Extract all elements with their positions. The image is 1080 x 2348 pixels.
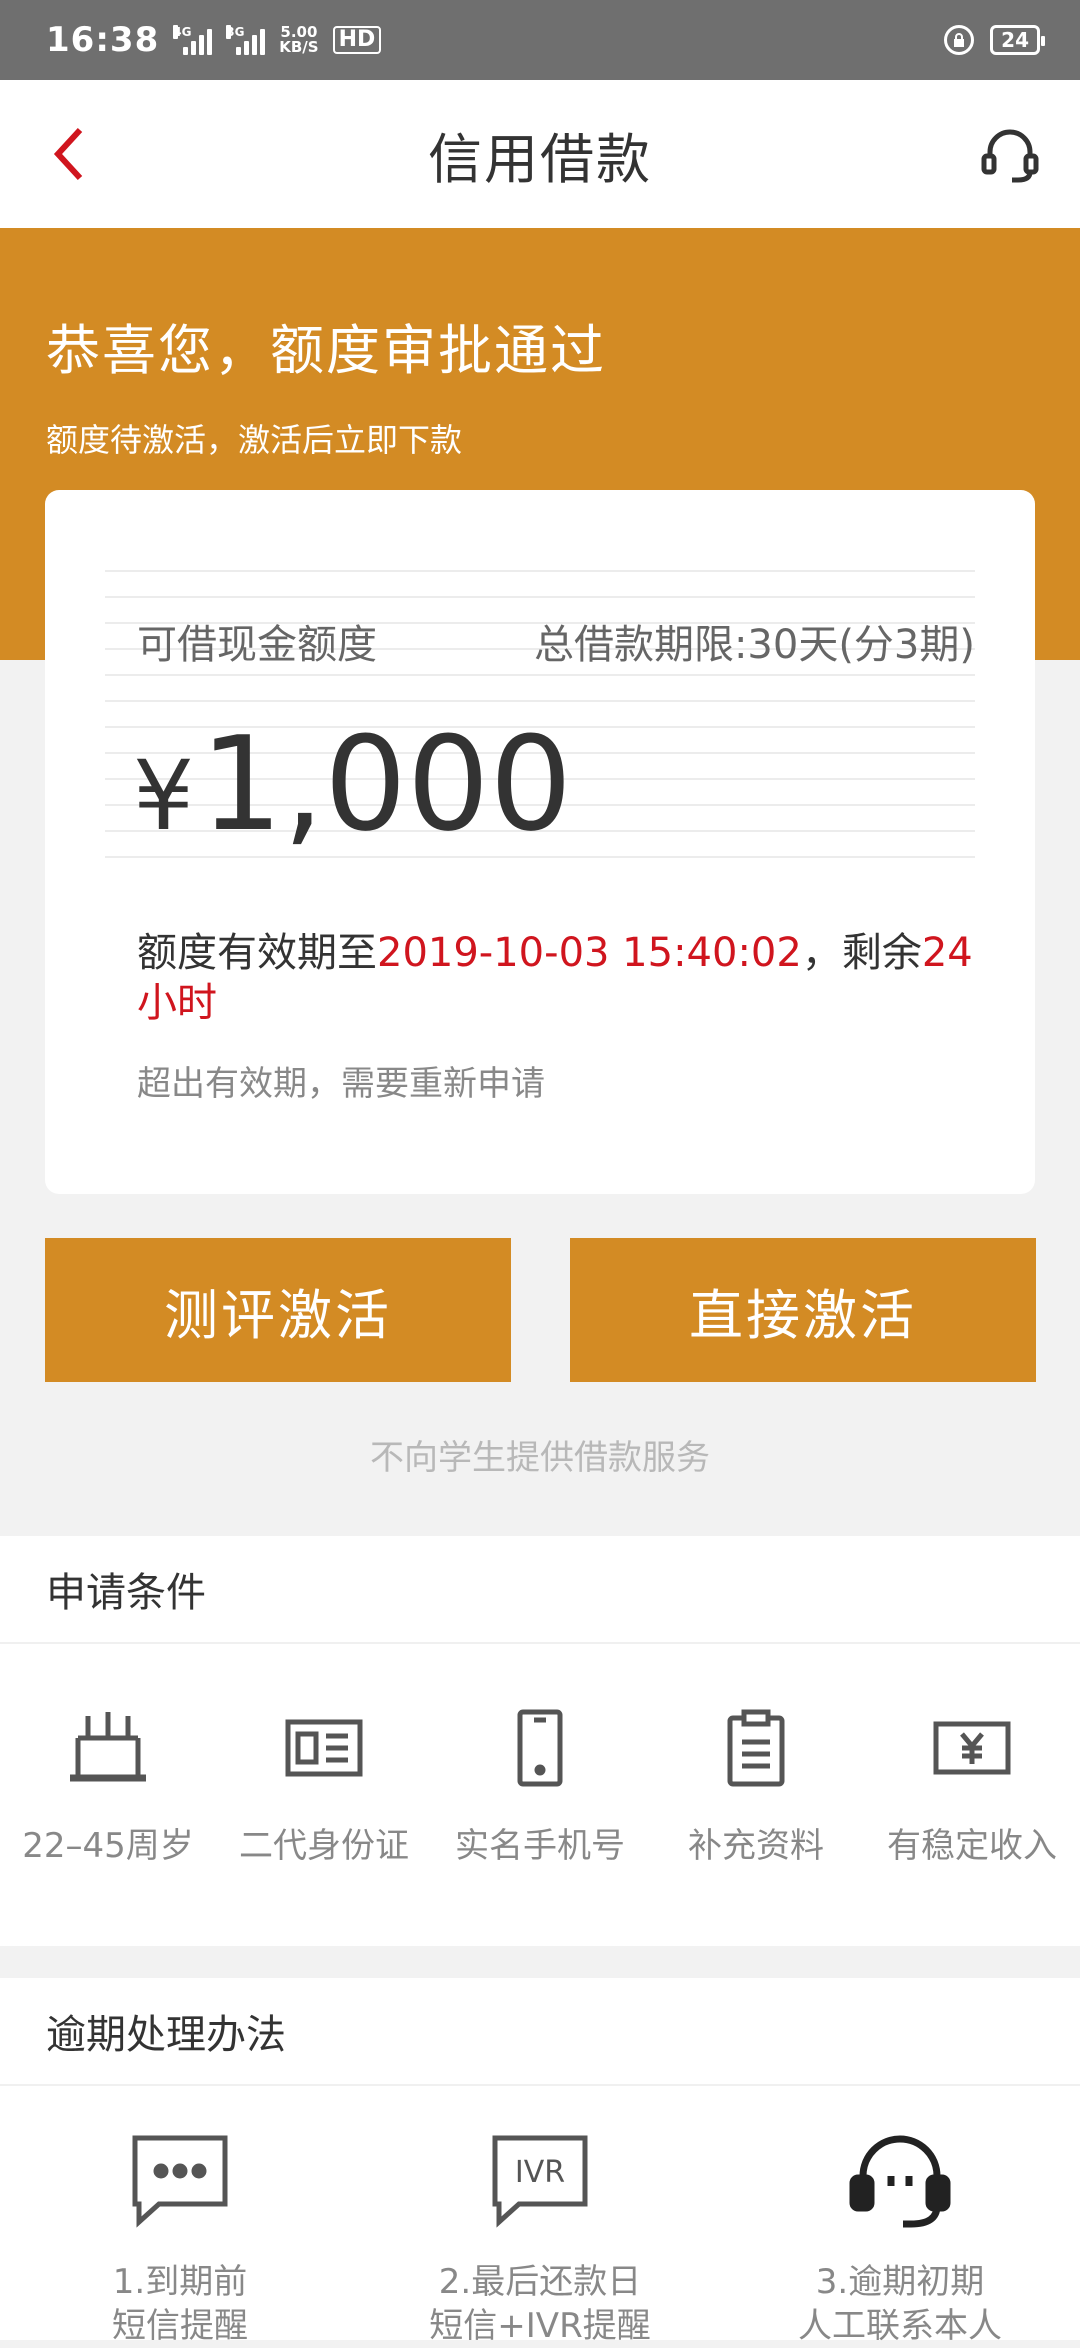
headset-icon[interactable]: [980, 124, 1040, 184]
status-bar: 16:38 4G 3G 5.00 KB/S HD 24: [0, 0, 1080, 80]
clipboard-icon: [714, 1706, 798, 1790]
condition-label: 实名手机号: [455, 1826, 625, 1866]
condition-item-documents: 补充资料: [648, 1646, 864, 1867]
signal-3g-icon: 3G: [226, 25, 266, 55]
student-notice: 不向学生提供借款服务: [370, 1438, 710, 1478]
credit-limit-label: 可借现金额度: [137, 622, 377, 668]
validity-prefix: 额度有效期至: [137, 930, 377, 976]
status-left: 16:38 4G 3G 5.00 KB/S HD: [46, 20, 382, 60]
nav-header: 信用借款: [0, 80, 1080, 228]
condition-item-id-card: 二代身份证: [216, 1646, 432, 1867]
overdue-item-manual: 3.逾期初期 人工联系本人: [720, 2088, 1080, 2348]
signal-4g-icon: 4G: [173, 25, 213, 55]
condition-item-age: 22–45周岁: [0, 1646, 216, 1867]
page-title: 信用借款: [428, 127, 652, 191]
income-icon: [930, 1706, 1014, 1790]
banner-title: 恭喜您，额度审批通过: [46, 319, 606, 382]
overdue-handling-section: 逾期处理办法 1.到期前 短信提醒 IVR 2.最后还款日 短信+IVR提醒 3…: [0, 1978, 1080, 2346]
conditions-title: 申请条件: [0, 1536, 1080, 1644]
status-time: 16:38: [46, 20, 160, 60]
credit-amount: ¥ 1,000: [133, 708, 572, 860]
overdue-item-ivr: IVR 2.最后还款日 短信+IVR提醒: [360, 2088, 720, 2348]
network-speed: 5.00 KB/S: [279, 23, 319, 56]
validity-text: 额度有效期至2019-10-03 15:40:02，剩余24小时: [137, 928, 977, 1028]
hd-badge: HD: [332, 26, 382, 54]
amount-value: 1,000: [200, 708, 573, 860]
rotation-lock-icon: [944, 25, 975, 55]
condition-label: 22–45周岁: [22, 1826, 194, 1866]
conditions-grid: 22–45周岁 二代身份证 实名手机号 补充资料 有稳定收入: [0, 1646, 1080, 1867]
currency-symbol: ¥: [133, 740, 195, 852]
validity-date: 2019-10-03 15:40:02: [377, 930, 802, 976]
overdue-label: 2.最后还款日 短信+IVR提醒: [429, 2262, 651, 2346]
chevron-left-icon[interactable]: [40, 124, 100, 184]
condition-item-phone: 实名手机号: [432, 1646, 648, 1867]
overdue-label: 1.到期前 短信提醒: [112, 2262, 248, 2346]
card-header-row: 可借现金额度 总借款期限:30天(分3期): [137, 612, 975, 670]
phone-icon: [498, 1706, 582, 1790]
sms-bubble-icon: [125, 2126, 235, 2236]
overdue-title: 逾期处理办法: [0, 1978, 1080, 2086]
loan-term-label: 总借款期限:30天(分3期): [533, 622, 975, 668]
application-conditions-section: 申请条件 22–45周岁 二代身份证 实名手机号 补充资料 有稳定收入: [0, 1536, 1080, 1946]
condition-item-income: 有稳定收入: [864, 1646, 1080, 1867]
battery-indicator: 24: [990, 25, 1045, 55]
validity-middle: ，剩余: [801, 930, 922, 976]
direct-activate-button[interactable]: 直接激活: [570, 1238, 1036, 1382]
condition-label: 有稳定收入: [887, 1826, 1057, 1866]
overdue-grid: 1.到期前 短信提醒 IVR 2.最后还款日 短信+IVR提醒 3.逾期初期 人…: [0, 2088, 1080, 2348]
headset-icon: [845, 2126, 955, 2236]
evaluate-activate-button[interactable]: 测评激活: [45, 1238, 511, 1382]
overdue-label: 3.逾期初期 人工联系本人: [798, 2262, 1002, 2346]
ivr-bubble-icon: IVR: [485, 2126, 595, 2236]
id-card-icon: [282, 1706, 366, 1790]
cake-icon: [66, 1706, 150, 1790]
condition-label: 二代身份证: [239, 1826, 409, 1866]
banner-subtitle: 额度待激活，激活后立即下款: [46, 421, 463, 459]
credit-limit-card: 可借现金额度 总借款期限:30天(分3期) ¥ 1,000 额度有效期至2019…: [45, 490, 1035, 1194]
condition-label: 补充资料: [688, 1826, 824, 1866]
status-right: 24: [944, 25, 1045, 55]
svg-text:IVR: IVR: [515, 2155, 565, 2190]
renew-note: 超出有效期，需要重新申请: [137, 1064, 545, 1104]
overdue-item-sms: 1.到期前 短信提醒: [0, 2088, 360, 2348]
